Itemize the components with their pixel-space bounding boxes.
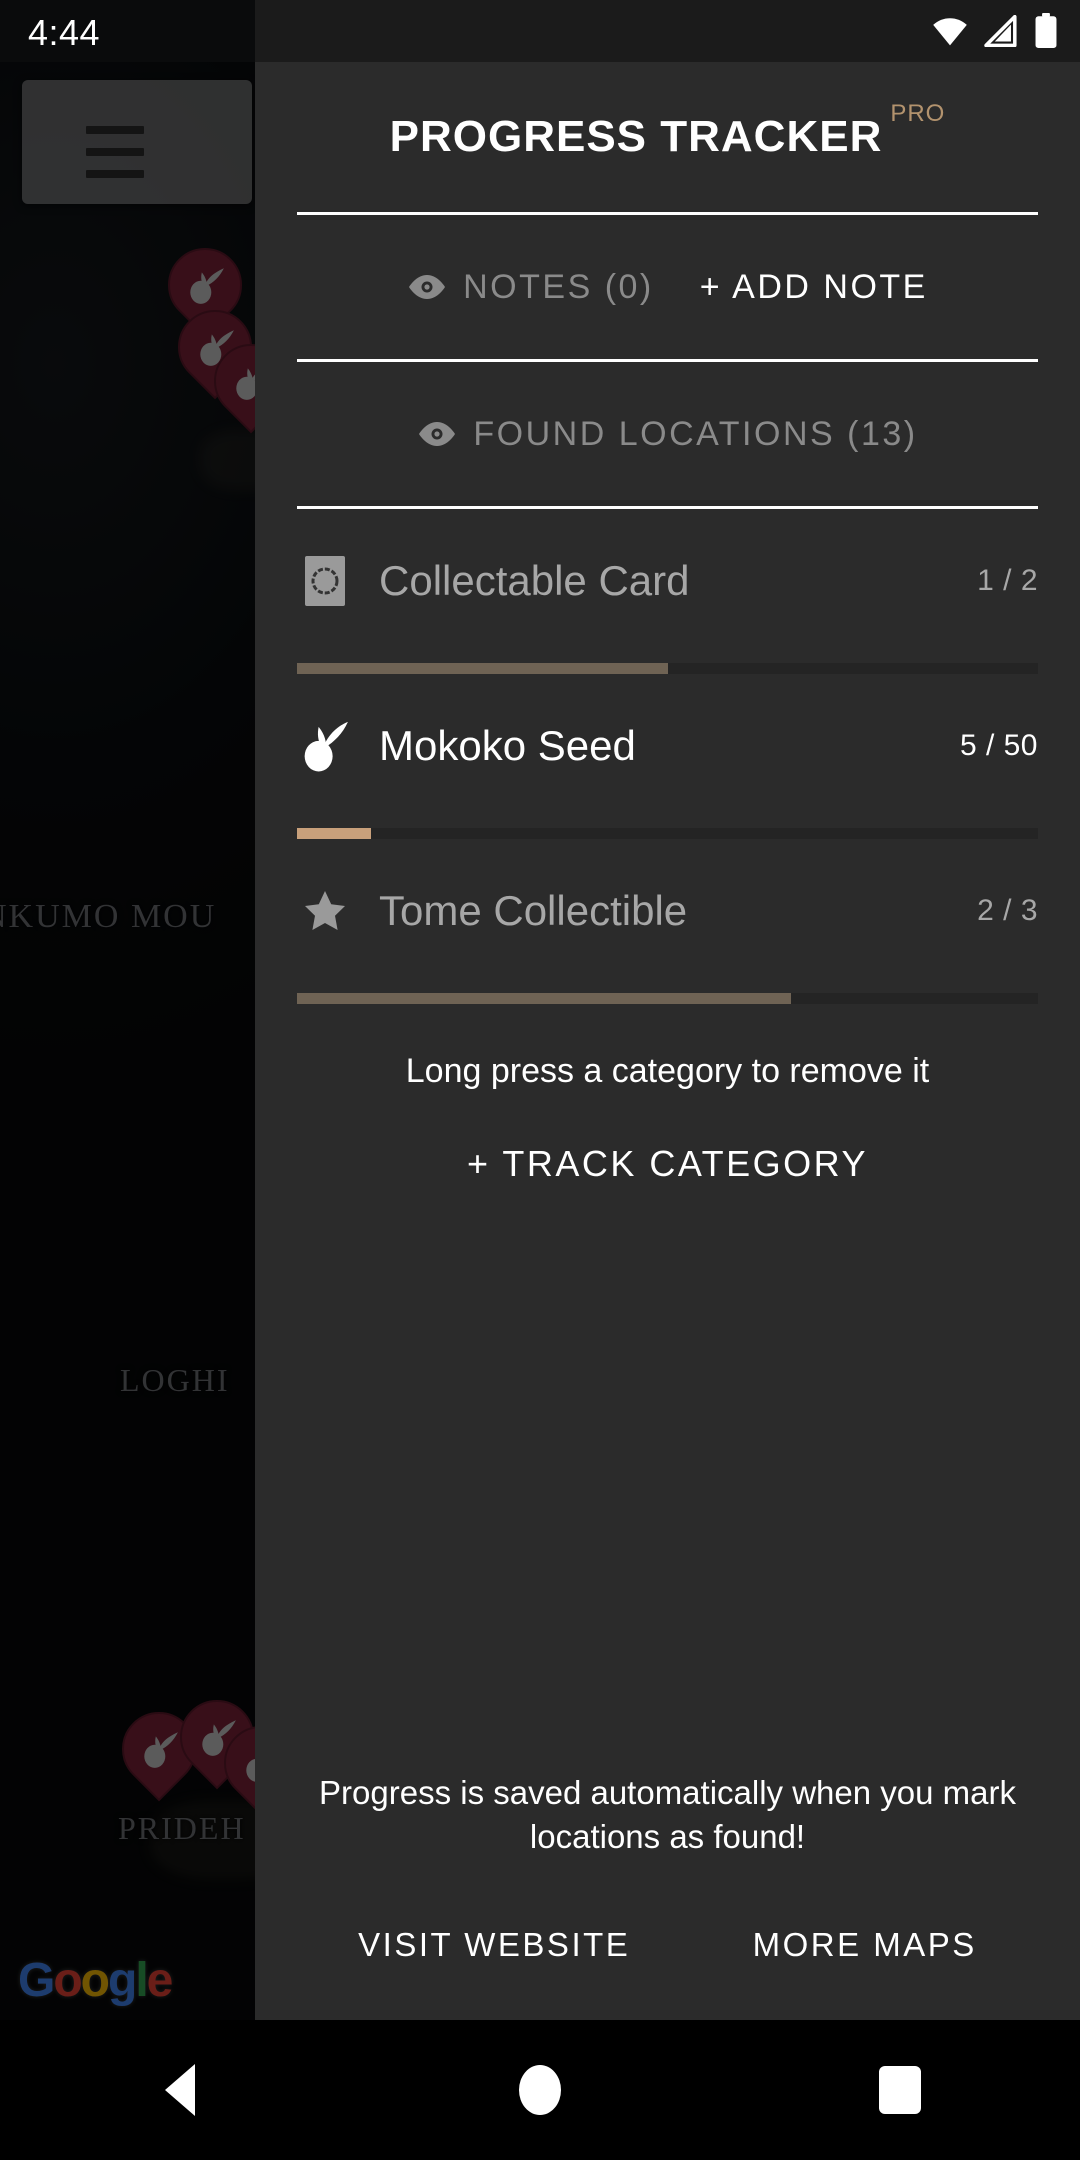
wifi-icon bbox=[933, 18, 967, 46]
recents-button[interactable] bbox=[820, 2020, 980, 2160]
progress-tracker-drawer: PROGRESS TRACKER PRO NOTES (0) + ADD NOT… bbox=[255, 62, 1080, 2020]
eye-icon bbox=[419, 422, 456, 446]
phone-screen: NKUMO MOU LOGHI PRIDEH Google PROGRESS T… bbox=[0, 0, 1080, 2160]
battery-icon bbox=[1035, 13, 1057, 49]
drawer-scrim-overlay[interactable] bbox=[0, 0, 255, 2020]
long-press-hint: Long press a category to remove it bbox=[405, 1052, 930, 1090]
category-count: 5 / 50 bbox=[959, 729, 1038, 762]
notes-label: NOTES (0) bbox=[463, 267, 654, 306]
status-bar-icons bbox=[930, 13, 1058, 49]
back-button[interactable] bbox=[100, 2020, 260, 2160]
category-header: Mokoko Seed 5 / 50 bbox=[297, 704, 1038, 788]
status-bar-clock: 4:44 bbox=[28, 12, 101, 53]
category-name: Tome Collectible bbox=[379, 887, 688, 934]
track-category-button[interactable]: + TRACK CATEGORY bbox=[297, 1143, 1038, 1185]
category-progress-track bbox=[297, 663, 1038, 674]
category-progress-track bbox=[297, 993, 1038, 1004]
android-navigation-bar bbox=[0, 2020, 1080, 2160]
home-button[interactable] bbox=[460, 2020, 620, 2160]
page-title: PROGRESS TRACKER bbox=[389, 112, 883, 161]
category-row-mokoko-seed[interactable]: Mokoko Seed 5 / 50 bbox=[297, 674, 1038, 839]
recents-square-icon bbox=[879, 2066, 921, 2114]
found-locations-label: FOUND LOCATIONS (13) bbox=[473, 414, 918, 453]
cellular-signal-icon bbox=[984, 15, 1017, 47]
found-locations-row: FOUND LOCATIONS (13) bbox=[297, 362, 1038, 506]
category-progress-fill bbox=[297, 663, 668, 674]
home-circle-icon bbox=[519, 2065, 561, 2115]
drawer-content: PROGRESS TRACKER PRO NOTES (0) + ADD NOT… bbox=[255, 62, 1080, 2020]
visit-website-link[interactable]: VISIT WEBSITE bbox=[358, 1926, 630, 1964]
toggle-notes-visibility-button[interactable]: NOTES (0) bbox=[407, 268, 654, 307]
category-row-collectable-card[interactable]: Collectable Card 1 / 2 bbox=[297, 509, 1038, 674]
drawer-footer: Progress is saved automatically when you… bbox=[297, 1771, 1038, 1964]
toggle-found-locations-visibility-button[interactable]: FOUND LOCATIONS (13) bbox=[417, 415, 917, 454]
category-header: Collectable Card 1 / 2 bbox=[297, 539, 1038, 623]
more-maps-link[interactable]: MORE MAPS bbox=[753, 1926, 977, 1964]
star-icon bbox=[297, 883, 353, 939]
mokoko-seed-icon bbox=[297, 718, 353, 774]
category-header: Tome Collectible 2 / 3 bbox=[297, 869, 1038, 953]
auto-save-note: Progress is saved automatically when you… bbox=[319, 1773, 1016, 1856]
category-name: Mokoko Seed bbox=[379, 722, 636, 769]
footer-links: VISIT WEBSITE MORE MAPS bbox=[297, 1926, 1038, 1964]
card-icon bbox=[297, 553, 353, 609]
category-progress-fill bbox=[297, 993, 792, 1004]
category-row-tome-collectible[interactable]: Tome Collectible 2 / 3 bbox=[297, 839, 1038, 1004]
status-bar: 4:44 bbox=[0, 0, 1080, 62]
pro-badge: PRO bbox=[890, 100, 946, 127]
add-note-button[interactable]: + ADD NOTE bbox=[700, 268, 928, 307]
notes-row: NOTES (0) + ADD NOTE bbox=[297, 215, 1038, 359]
eye-icon bbox=[409, 275, 446, 299]
category-name: Collectable Card bbox=[379, 557, 690, 604]
category-count: 2 / 3 bbox=[977, 894, 1038, 927]
category-progress-track bbox=[297, 828, 1038, 839]
category-count: 1 / 2 bbox=[977, 564, 1038, 597]
drawer-header: PROGRESS TRACKER PRO bbox=[297, 62, 1038, 212]
back-triangle-icon bbox=[165, 2064, 195, 2116]
category-progress-fill bbox=[297, 828, 372, 839]
